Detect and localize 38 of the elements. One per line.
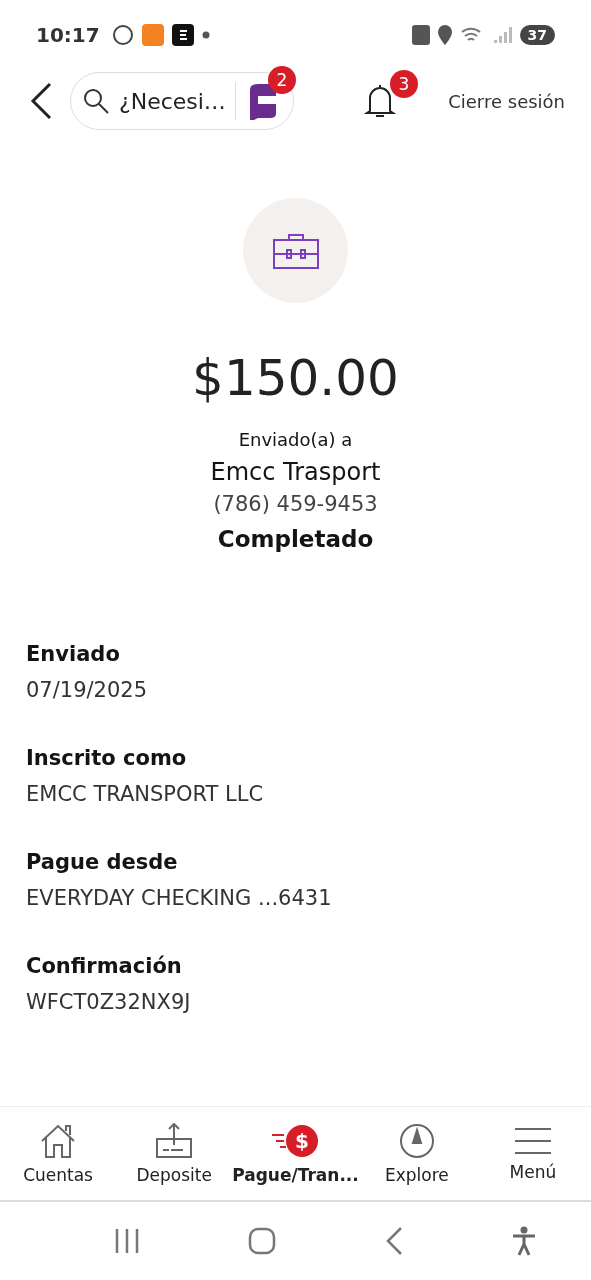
- nav-tab[interactable]: Deposite: [116, 1107, 233, 1200]
- notification-badge: 3: [390, 70, 418, 98]
- detail-label: Enviado: [26, 642, 121, 666]
- menu-icon: [512, 1125, 553, 1156]
- detail-value: EVERYDAY CHECKING ...6431: [26, 886, 333, 910]
- signal-icon: [491, 25, 512, 45]
- nav-tab[interactable]: Menú: [474, 1107, 591, 1200]
- logout-link[interactable]: Cierre sesión: [448, 90, 565, 112]
- recipient-phone: (786) 459-9453: [213, 492, 378, 516]
- recent-apps-icon[interactable]: [114, 1228, 141, 1254]
- payment-status: Completado: [217, 526, 374, 552]
- status-time: 10:17: [36, 23, 100, 47]
- detail-label: Pague desde: [26, 850, 179, 874]
- notification-badge: 2: [268, 66, 296, 94]
- back-icon[interactable]: [30, 82, 52, 120]
- detail-label: Inscrito como: [26, 746, 188, 770]
- location-icon: [437, 25, 452, 45]
- deposit-icon: [155, 1122, 194, 1159]
- compass-icon: [398, 1122, 435, 1159]
- recipient-name: Emcc Trasport: [210, 458, 381, 486]
- app-icon: [141, 24, 164, 46]
- nav-tab[interactable]: Cuentas: [0, 1107, 117, 1200]
- detail-value: EMCC TRANSPORT LLC: [26, 782, 265, 806]
- detail-value: WFCT0Z32NX9J: [26, 990, 192, 1014]
- home-button-icon[interactable]: [248, 1227, 277, 1255]
- app-icon: [171, 24, 194, 46]
- payment-amount: $150.00: [192, 349, 399, 407]
- nav-tab[interactable]: Explore: [358, 1107, 475, 1200]
- briefcase-icon: [271, 231, 320, 270]
- battery-level: 37: [519, 25, 555, 45]
- dot-icon: [201, 31, 210, 39]
- accessibility-icon[interactable]: [510, 1226, 537, 1256]
- search-icon: [83, 88, 109, 114]
- bell-icon[interactable]: [364, 83, 396, 119]
- detail-value: 07/19/2025: [26, 678, 149, 702]
- nav-tab[interactable]: $ Pague/Tran...: [232, 1107, 359, 1200]
- sent-to-label: Enviado(a) a: [238, 429, 353, 450]
- detail-label: Confirmación: [26, 954, 183, 978]
